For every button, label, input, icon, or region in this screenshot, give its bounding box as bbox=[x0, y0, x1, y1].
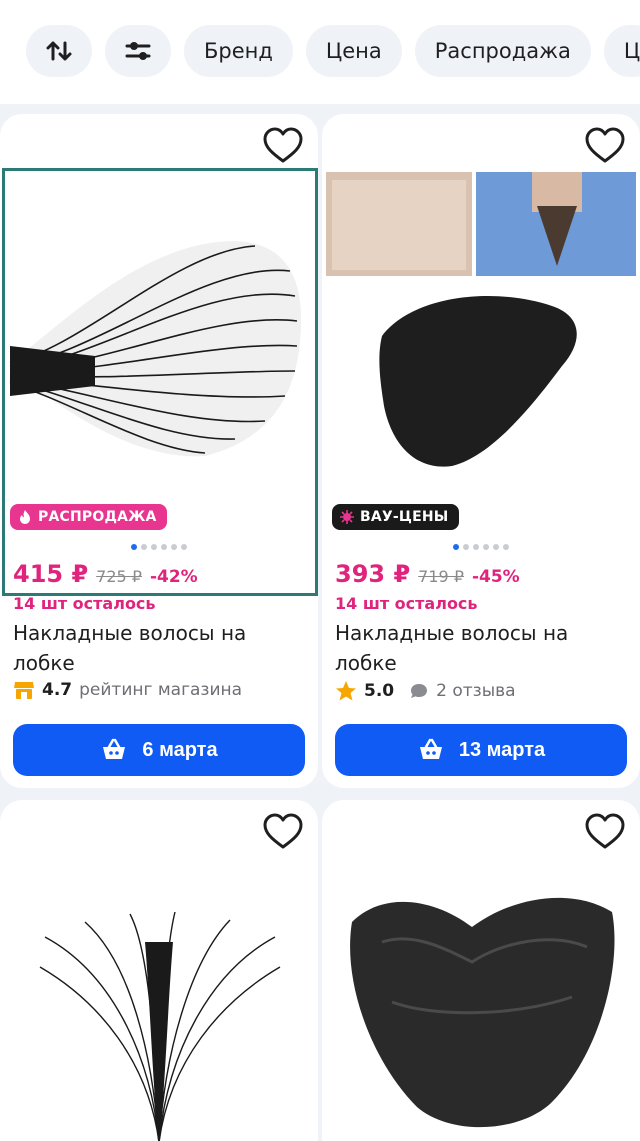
store-icon bbox=[14, 682, 34, 699]
rating-label: рейтинг магазина bbox=[79, 680, 243, 700]
filter-chips-row: Бренд Цена Распродажа Ц bbox=[26, 25, 640, 77]
sort-arrows-icon bbox=[46, 41, 72, 61]
heart-icon[interactable] bbox=[584, 812, 626, 852]
product-image[interactable] bbox=[0, 852, 318, 1141]
store-rating: 4.7 рейтинг магазина bbox=[13, 680, 242, 700]
old-price: 719 ₽ bbox=[418, 567, 464, 586]
product-image[interactable] bbox=[322, 852, 640, 1141]
product-card[interactable]: РАСПРОДАЖА 415 ₽ 725 ₽ -42% 14 шт остало… bbox=[0, 114, 318, 788]
image-pager-dots bbox=[322, 544, 640, 550]
stock-remaining: 14 шт осталось bbox=[335, 594, 478, 613]
delivery-date: 13 марта bbox=[458, 738, 546, 761]
sliders-icon bbox=[125, 42, 151, 60]
rating-value: 4.7 bbox=[42, 680, 73, 700]
filter-chip-sale[interactable]: Распродажа bbox=[414, 25, 591, 77]
price-row: 393 ₽ 719 ₽ -45% bbox=[335, 560, 520, 588]
spark-icon bbox=[340, 510, 354, 524]
price-row: 415 ₽ 725 ₽ -42% bbox=[13, 560, 198, 588]
delivery-date: 6 марта bbox=[142, 738, 218, 761]
product-card[interactable]: ВАУ-ЦЕНЫ 393 ₽ 719 ₽ -45% 14 шт осталось… bbox=[322, 114, 640, 788]
flame-icon bbox=[20, 510, 30, 524]
product-image[interactable] bbox=[322, 166, 640, 484]
add-to-cart-button[interactable]: 6 марта bbox=[13, 724, 305, 776]
add-to-cart-button[interactable]: 13 марта bbox=[335, 724, 627, 776]
filters-button[interactable] bbox=[105, 25, 171, 77]
current-price: 415 ₽ bbox=[13, 560, 89, 588]
comment-icon bbox=[411, 684, 428, 698]
product-card[interactable] bbox=[0, 800, 318, 1141]
badge-label: РАСПРОДАЖА bbox=[38, 509, 157, 525]
filter-chip-brand[interactable]: Бренд bbox=[184, 25, 293, 77]
product-image[interactable] bbox=[2, 168, 318, 596]
image-pager-dots bbox=[0, 544, 318, 550]
stock-remaining: 14 шт осталось bbox=[13, 594, 156, 613]
discount-percent: -45% bbox=[471, 567, 520, 587]
heart-icon[interactable] bbox=[262, 126, 304, 166]
product-card[interactable] bbox=[322, 800, 640, 1141]
reviews-count[interactable]: 2 отзыва bbox=[436, 681, 515, 701]
product-title[interactable]: Накладные волосы на лобке bbox=[335, 618, 627, 678]
sort-button[interactable] bbox=[26, 25, 92, 77]
current-price: 393 ₽ bbox=[335, 560, 411, 588]
star-icon bbox=[336, 681, 356, 701]
product-title[interactable]: Накладные волосы на лобке bbox=[13, 618, 305, 678]
heart-icon[interactable] bbox=[262, 812, 304, 852]
basket-icon bbox=[103, 738, 126, 759]
discount-percent: -42% bbox=[149, 567, 198, 587]
filter-chip-price[interactable]: Цена bbox=[305, 25, 402, 77]
heart-icon[interactable] bbox=[584, 126, 626, 166]
badge-label: ВАУ-ЦЕНЫ bbox=[360, 509, 449, 525]
promo-badge: ВАУ-ЦЕНЫ bbox=[332, 504, 459, 530]
rating-value: 5.0 bbox=[364, 681, 395, 701]
filter-chip-more[interactable]: Ц bbox=[603, 25, 640, 77]
filter-bar: Бренд Цена Распродажа Ц bbox=[0, 0, 640, 104]
product-rating: 5.0 2 отзыва bbox=[335, 680, 516, 702]
sale-badge: РАСПРОДАЖА bbox=[10, 504, 167, 530]
basket-icon bbox=[419, 738, 442, 759]
old-price: 725 ₽ bbox=[96, 567, 142, 586]
